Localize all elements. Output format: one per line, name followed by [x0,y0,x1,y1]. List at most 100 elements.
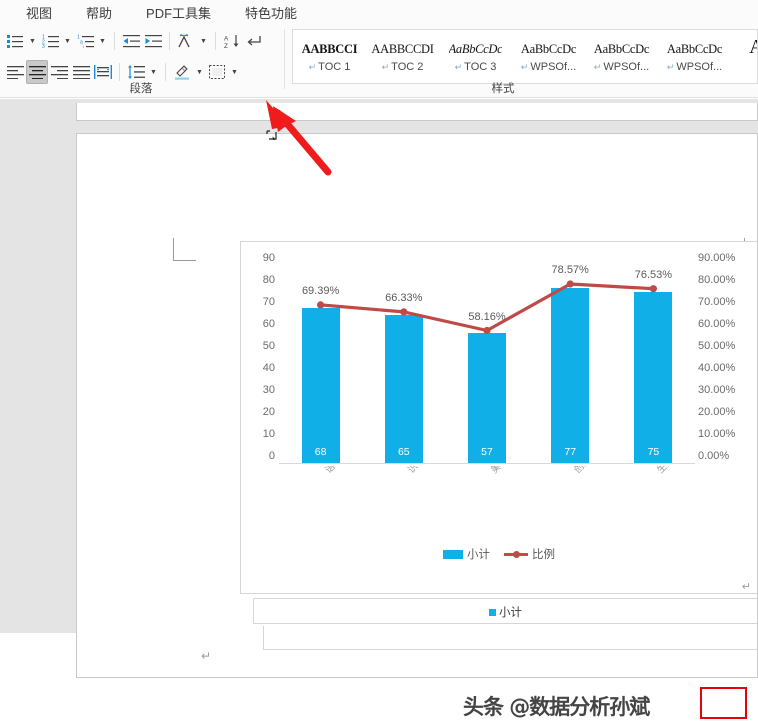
legend-swatch-line-icon [504,550,528,559]
bullet-list-chevron-down-icon[interactable]: ▼ [26,29,39,53]
caption-frame-secondary[interactable] [263,626,758,650]
styles-group-label: 样式 [288,80,718,96]
page-previous-edge [76,103,758,121]
axis-tick: 0 [269,450,275,462]
style-name: TOC 1 [318,61,350,73]
styles-gallery[interactable]: AABBCCI ↵TOC 1 AABBCCDI ↵TOC 2 AaBbCcDc … [292,29,758,84]
decrease-indent-icon[interactable] [120,29,142,53]
line-point-label: 69.39% [302,285,339,297]
legend-item-line[interactable]: 比例 [504,546,555,562]
ribbon-body: ▼ 1 2 3 ▼ 1 a i [0,25,758,98]
chart-category-axis: 语言的涵养 识字能力的提升 美学的陶冶 创造力的自发 生活能力与态度的培养 [279,466,695,536]
axis-tick: 10 [263,428,275,440]
style-item-wpsoffice-1[interactable]: AaBbCcDc ↵WPSOf... [512,30,585,83]
toolbar-divider [119,63,120,81]
axis-tick: 0.00% [698,450,729,462]
caption-text: 小计 [254,604,757,620]
style-name: WPSOf... [603,61,649,73]
ribbon-tab-bar: 视图 帮助 PDF工具集 特色功能 [0,0,758,25]
multilevel-list-chevron-down-icon[interactable]: ▼ [96,29,109,53]
caption-label: 小计 [499,607,522,619]
style-item-toc3[interactable]: AaBbCcDc ↵TOC 3 [439,30,512,83]
axis-tick: 40.00% [698,362,735,374]
watermark-text: 头条 @数据分析孙斌 [463,691,649,721]
line-series [279,258,695,463]
line-point-label: 76.53% [635,269,672,281]
style-item-wpsoffice-3[interactable]: AaBbCcDc ↵WPSOf... [658,30,731,83]
axis-tick: 10.00% [698,428,735,440]
axis-tick: 70 [263,296,275,308]
group-divider [284,29,285,89]
tab-pdf-toolkit[interactable]: PDF工具集 [146,3,211,22]
show-formatting-marks-icon[interactable] [243,29,265,53]
annotation-arrow [256,96,346,176]
pilcrow-icon: ↵ [742,580,751,593]
axis-tick: 40 [263,362,275,374]
style-item-heading[interactable]: AaB 标 [731,30,758,83]
sort-az-icon[interactable]: A Z [221,29,243,53]
category-label: 识字能力的提升 [404,466,461,476]
legend-item-bar[interactable]: 小计 [443,546,490,562]
axis-tick: 20.00% [698,406,735,418]
style-preview: AaBbCcDc [449,41,503,58]
bullet-list-icon[interactable] [4,29,26,53]
chart-category-axis-line [279,463,695,464]
chart-left-axis: 90 80 70 60 50 40 30 20 10 0 [249,252,275,462]
axis-tick: 30.00% [698,384,735,396]
paragraph-row-lists: ▼ 1 2 3 ▼ 1 a i [4,29,265,53]
style-preview: AABBCCI [302,41,358,58]
watermark-highlight-box [700,687,747,719]
style-name: TOC 2 [391,61,423,73]
style-preview: AaB [749,39,758,56]
style-item-toc2[interactable]: AABBCCDI ↵TOC 2 [366,30,439,83]
line-point-label: 58.16% [468,311,505,323]
style-name: TOC 3 [464,61,496,73]
tab-view[interactable]: 视图 [26,3,52,22]
margin-marker-top-left [173,238,196,261]
pilcrow-icon: ↵ [594,62,602,72]
caption-frame[interactable]: 小计 [253,598,758,624]
tab-help[interactable]: 帮助 [86,3,112,22]
toolbar-divider [215,32,216,50]
legend-label: 比例 [532,546,555,562]
style-item-wpsoffice-2[interactable]: AaBbCcDc ↵WPSOf... [585,30,658,83]
asian-layout-chevron-down-icon[interactable]: ▼ [197,29,210,53]
tab-featured[interactable]: 特色功能 [245,3,297,22]
axis-tick: 50 [263,340,275,352]
svg-text:Z: Z [224,43,228,49]
axis-tick: 30 [263,384,275,396]
document-page[interactable]: 90 80 70 60 50 40 30 20 10 0 90.00% 80.0… [76,133,758,678]
axis-tick: 90.00% [698,252,735,264]
numbered-list-icon[interactable]: 1 2 3 [39,29,61,53]
category-label: 美学的陶冶 [487,466,530,476]
caption-square-icon [489,609,496,616]
toolbar-divider [165,63,166,81]
axis-tick: 20 [263,406,275,418]
svg-text:A: A [224,35,229,42]
category-label: 语言的涵养 [321,466,364,476]
pilcrow-icon: ↵ [382,62,390,72]
axis-tick: 80.00% [698,274,735,286]
pilcrow-icon: ↵ [455,62,463,72]
pilcrow-icon: ↵ [521,62,529,72]
paragraph-group-label: 段落 [0,80,282,96]
category-label: 创造力的自发 [570,466,620,476]
style-preview: AaBbCcDc [594,41,649,58]
style-item-toc1[interactable]: AABBCCI ↵TOC 1 [293,30,366,83]
axis-tick: 50.00% [698,340,735,352]
multilevel-list-icon[interactable]: 1 a i [74,29,96,53]
style-name: WPSOf... [530,61,576,73]
axis-tick: 70.00% [698,296,735,308]
svg-text:3: 3 [42,44,45,48]
chart-plot-area: 68 65 57 77 [279,258,695,463]
asian-layout-icon[interactable] [175,29,197,53]
chart-object[interactable]: 90 80 70 60 50 40 30 20 10 0 90.00% 80.0… [240,241,758,594]
style-preview: AaBbCcDc [667,41,722,58]
axis-tick: 90 [263,252,275,264]
pilcrow-icon: ↵ [309,62,317,72]
style-preview: AABBCCDI [371,41,433,58]
increase-indent-icon[interactable] [142,29,164,53]
document-canvas: 90 80 70 60 50 40 30 20 10 0 90.00% 80.0… [0,99,758,633]
line-point-label: 66.33% [385,292,422,304]
numbered-list-chevron-down-icon[interactable]: ▼ [61,29,74,53]
